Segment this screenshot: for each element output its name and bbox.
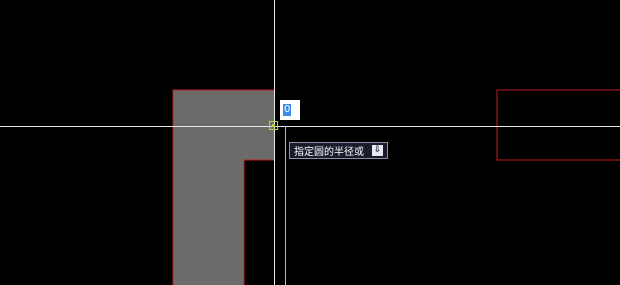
red-rectangle[interactable]: [496, 89, 620, 161]
object-tracking-line: [285, 126, 286, 285]
prompt-text: 指定圆的半径或: [294, 147, 364, 158]
endpoint-snap-marker-icon: [269, 121, 278, 130]
filled-wall-region[interactable]: [173, 90, 274, 285]
crosshair-vertical: [274, 0, 275, 285]
crosshair-horizontal: [0, 126, 620, 127]
wall-inner-outline[interactable]: [243, 159, 274, 285]
down-arrow-icon[interactable]: ⇩: [372, 145, 383, 156]
command-prompt-tooltip: 指定圆的半径或 ⇩: [289, 142, 388, 159]
dynamic-input-field[interactable]: 0: [280, 100, 300, 120]
dynamic-input-value[interactable]: 0: [283, 104, 292, 116]
